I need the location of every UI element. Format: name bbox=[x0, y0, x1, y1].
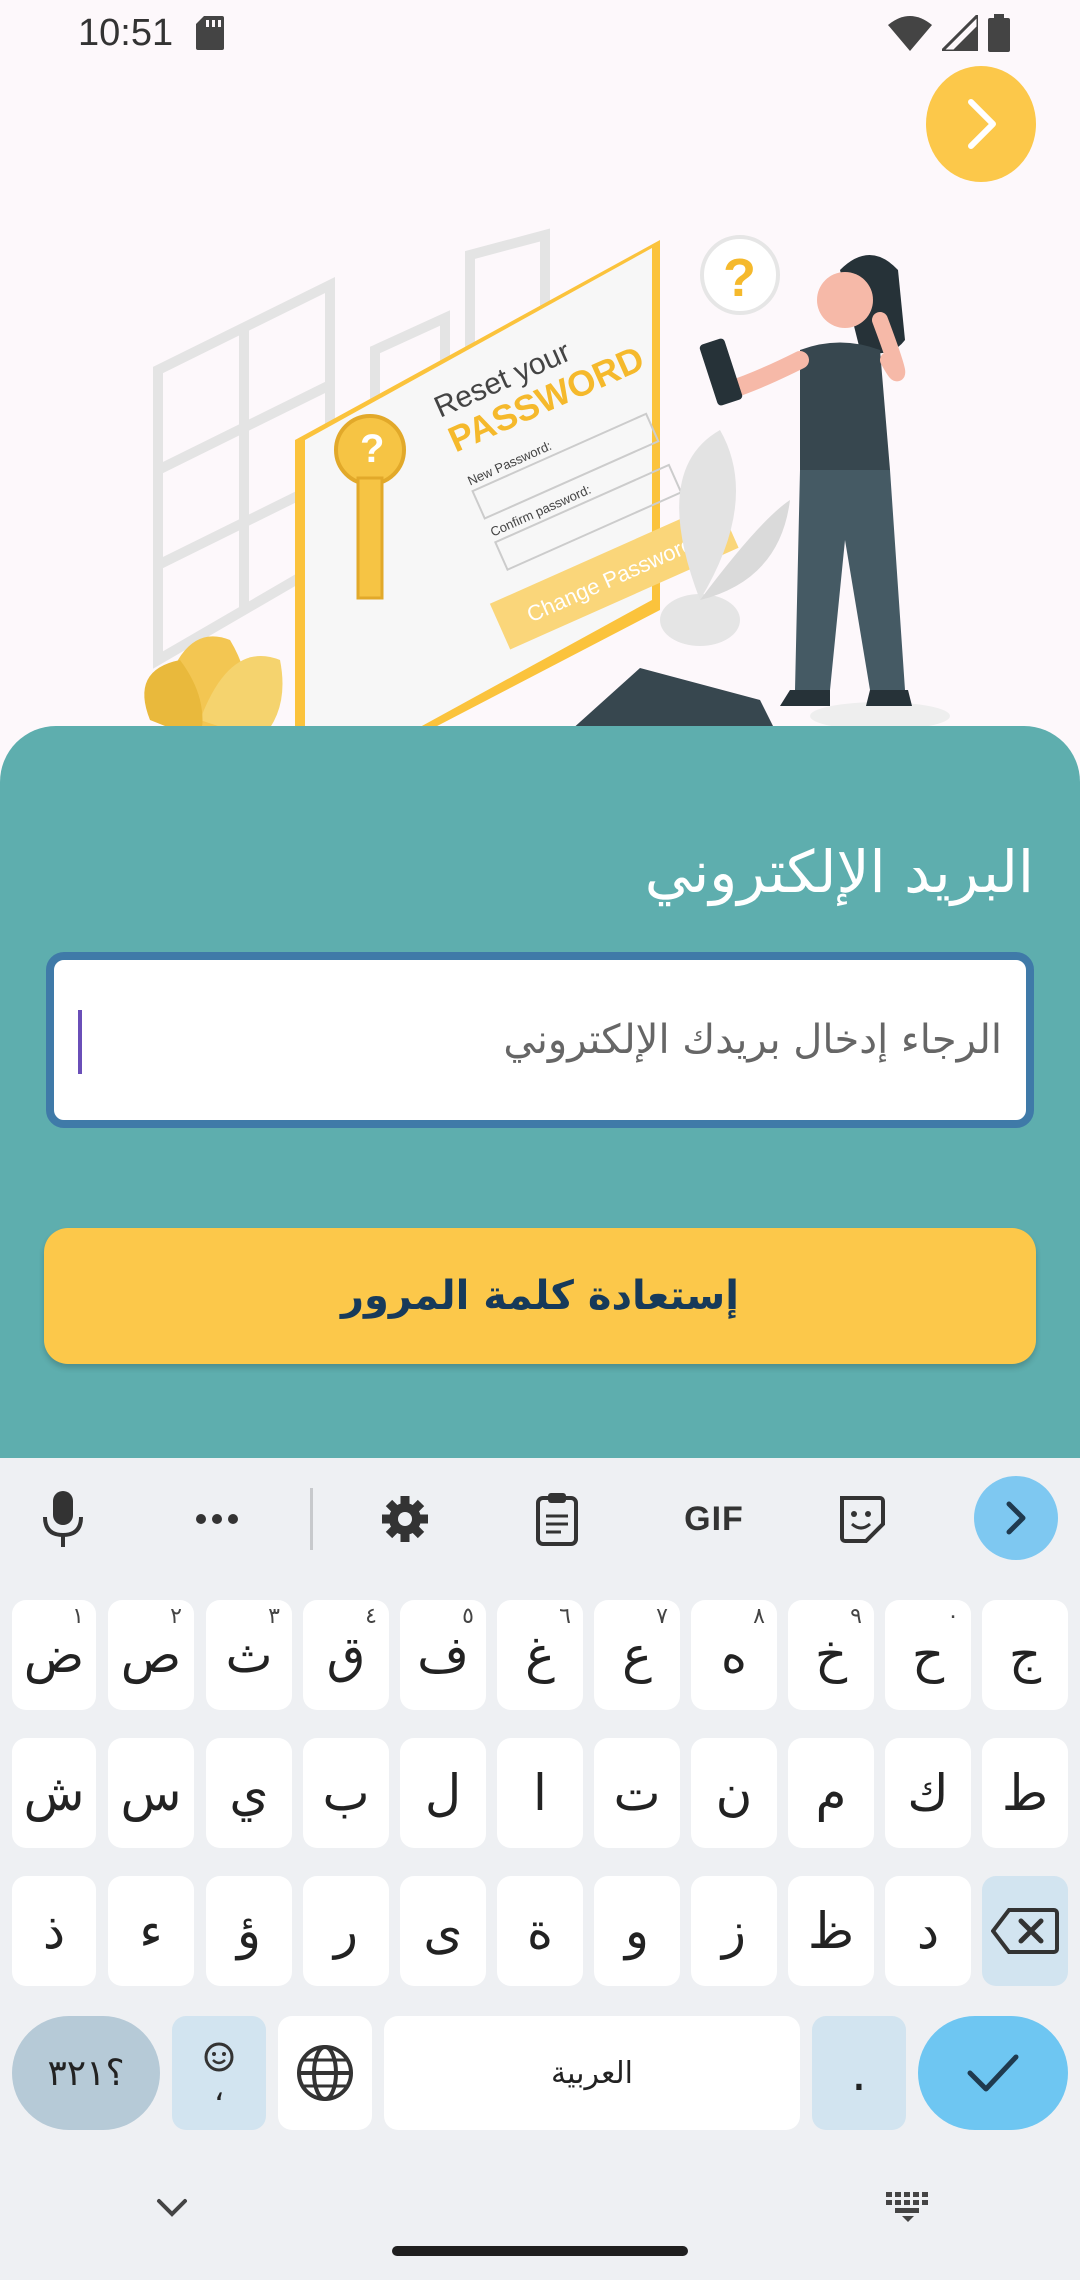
key-fa[interactable]: ف٥ bbox=[400, 1600, 486, 1710]
key-dhal[interactable]: ذ bbox=[12, 1876, 96, 1986]
key-ain[interactable]: ع٧ bbox=[594, 1600, 680, 1710]
emoji-comma-key[interactable]: ، bbox=[172, 2016, 266, 2130]
key-ta-marbuta[interactable]: ة bbox=[497, 1876, 583, 1986]
more-options-icon[interactable] bbox=[182, 1484, 252, 1554]
expand-toolbar-button[interactable] bbox=[974, 1476, 1058, 1560]
email-field-container[interactable] bbox=[46, 952, 1034, 1128]
status-time: 10:51 bbox=[78, 12, 174, 54]
key-sad[interactable]: ص٢ bbox=[108, 1600, 194, 1710]
key-hamza[interactable]: ء bbox=[108, 1876, 194, 1986]
illustration-art: ? Reset your PASSWORD New Password: Conf… bbox=[144, 228, 950, 740]
navigation-bar bbox=[0, 2170, 1080, 2280]
key-mim[interactable]: م bbox=[788, 1738, 874, 1848]
key-ya[interactable]: ي bbox=[206, 1738, 292, 1848]
svg-text:?: ? bbox=[723, 248, 756, 308]
svg-text:?: ? bbox=[360, 427, 384, 471]
sd-card-icon bbox=[196, 16, 224, 50]
key-tta[interactable]: ط bbox=[982, 1738, 1068, 1848]
key-zay[interactable]: ز bbox=[691, 1876, 777, 1986]
key-ba[interactable]: ب bbox=[303, 1738, 389, 1848]
globe-icon bbox=[297, 2045, 353, 2101]
email-field[interactable] bbox=[94, 1000, 1002, 1080]
key-kha[interactable]: خ٩ bbox=[788, 1600, 874, 1710]
hide-keyboard-chevron-down-icon[interactable] bbox=[156, 2198, 188, 2218]
text-cursor bbox=[78, 1010, 82, 1074]
reset-password-illustration: ? Reset your PASSWORD New Password: Conf… bbox=[0, 180, 1080, 740]
key-dad[interactable]: ض١ bbox=[12, 1600, 96, 1710]
chevron-right-icon bbox=[968, 99, 996, 149]
key-tha[interactable]: ث٣ bbox=[206, 1600, 292, 1710]
wifi-icon bbox=[888, 16, 932, 51]
period-key[interactable]: . bbox=[812, 2016, 906, 2130]
email-label: البريد الإلكتروني bbox=[644, 838, 1034, 906]
microphone-icon[interactable] bbox=[28, 1484, 98, 1554]
key-nun[interactable]: ن bbox=[691, 1738, 777, 1848]
key-ghain[interactable]: غ٦ bbox=[497, 1600, 583, 1710]
keyboard-switch-icon[interactable] bbox=[886, 2192, 930, 2222]
sticker-icon[interactable] bbox=[826, 1484, 896, 1554]
key-waw-hamza[interactable]: ؤ bbox=[206, 1876, 292, 1986]
key-jim[interactable]: ج bbox=[982, 1600, 1068, 1710]
key-qaf[interactable]: ق٤ bbox=[303, 1600, 389, 1710]
status-icons bbox=[888, 14, 1010, 52]
key-hha[interactable]: ح٠ bbox=[885, 1600, 971, 1710]
battery-icon bbox=[988, 14, 1010, 52]
backspace-key[interactable] bbox=[982, 1876, 1068, 1986]
key-shin[interactable]: ش bbox=[12, 1738, 96, 1848]
comma-label: ، bbox=[213, 2070, 225, 2108]
key-ra[interactable]: ر bbox=[303, 1876, 389, 1986]
checkmark-icon bbox=[967, 2054, 1019, 2092]
key-sin[interactable]: س bbox=[108, 1738, 194, 1848]
form-sheet: البريد الإلكتروني إستعادة كلمة المرور bbox=[0, 726, 1080, 1466]
home-indicator[interactable] bbox=[392, 2246, 688, 2256]
key-za[interactable]: ظ bbox=[788, 1876, 874, 1986]
key-ha[interactable]: ه٨ bbox=[691, 1600, 777, 1710]
period-label: . bbox=[851, 2044, 867, 2102]
toolbar-divider bbox=[310, 1488, 313, 1550]
key-dal[interactable]: د bbox=[885, 1876, 971, 1986]
clipboard-icon[interactable] bbox=[522, 1484, 592, 1554]
chevron-right-icon bbox=[1006, 1501, 1026, 1535]
cellular-signal-icon bbox=[942, 15, 978, 51]
keyboard-toolbar: GIF bbox=[0, 1458, 1080, 1576]
restore-password-button[interactable]: إستعادة كلمة المرور bbox=[44, 1228, 1036, 1364]
gif-button[interactable]: GIF bbox=[674, 1484, 754, 1554]
language-switch-key[interactable] bbox=[278, 2016, 372, 2130]
key-ta[interactable]: ت bbox=[594, 1738, 680, 1848]
backspace-icon bbox=[991, 1908, 1059, 1954]
key-alif[interactable]: ا bbox=[497, 1738, 583, 1848]
key-kaf[interactable]: ك bbox=[885, 1738, 971, 1848]
numbers-symbols-key[interactable]: ؟٣٢١ bbox=[12, 2016, 160, 2130]
space-key[interactable]: العربية bbox=[384, 2016, 800, 2130]
status-bar: 10:51 bbox=[0, 0, 1080, 72]
done-key[interactable] bbox=[918, 2016, 1068, 2130]
on-screen-keyboard: GIF ض١ ص٢ ث٣ ق٤ ف٥ غ٦ ع٧ ه٨ خ٩ ح٠ ج ش س … bbox=[0, 1458, 1080, 2280]
key-lam[interactable]: ل bbox=[400, 1738, 486, 1848]
next-button[interactable] bbox=[926, 66, 1036, 182]
key-waw[interactable]: و bbox=[594, 1876, 680, 1986]
settings-gear-icon[interactable] bbox=[370, 1484, 440, 1554]
emoji-icon bbox=[204, 2042, 234, 2072]
key-alif-maqsura[interactable]: ى bbox=[400, 1876, 486, 1986]
